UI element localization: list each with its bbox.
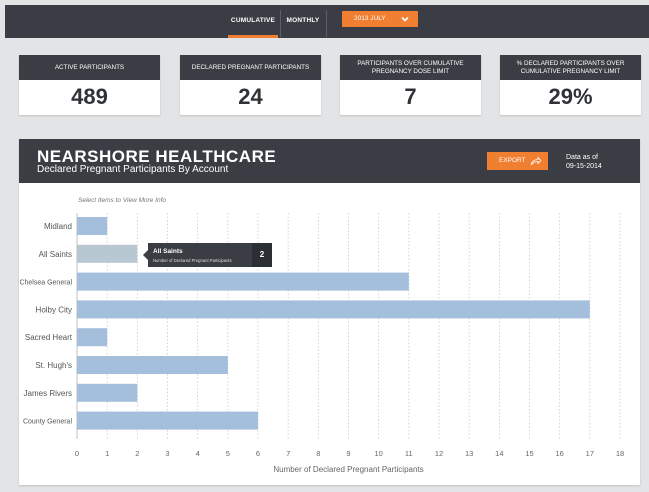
bar-st-hugh-s[interactable] — [77, 356, 228, 374]
bar-chelsea-general[interactable] — [77, 272, 409, 291]
chart-panel: NEARSHORE HEALTHCARE Declared Pregnant P… — [19, 139, 640, 485]
x-tick-label: 15 — [525, 449, 533, 458]
x-tick-label: 7 — [286, 449, 290, 458]
x-tick-label: 9 — [346, 449, 350, 458]
x-tick-label: 2 — [135, 449, 139, 458]
bar-midland[interactable] — [77, 217, 108, 235]
stat-label: % DECLARED PARTICIPANTS OVER CUMULATIVE … — [500, 55, 641, 80]
bar-holby-city[interactable] — [77, 300, 590, 319]
stat-card-declared-pregnant: DECLARED PREGNANT PARTICIPANTS 24 — [180, 55, 321, 115]
stat-card-active-participants: ACTIVE PARTICIPANTS 489 — [19, 55, 160, 115]
bar-sacred-heart[interactable] — [77, 328, 108, 347]
x-tick-label: 12 — [435, 449, 443, 458]
stat-value: 489 — [71, 84, 108, 109]
tooltip-label: Number of Declared Pregnant Participants — [153, 258, 232, 263]
x-tick-label: 0 — [75, 449, 79, 458]
category-label: James Rivers — [24, 389, 72, 398]
x-tick-label: 3 — [165, 449, 169, 458]
tab-cumulative[interactable]: CUMULATIVE — [228, 5, 278, 38]
bar-james-rivers[interactable] — [77, 383, 138, 402]
x-tick-label: 1 — [105, 449, 109, 458]
category-label: Midland — [44, 222, 72, 231]
x-tick-label: 18 — [616, 449, 624, 458]
stat-label: ACTIVE PARTICIPANTS — [19, 55, 160, 80]
category-label: All Saints — [39, 250, 72, 259]
x-tick-label: 6 — [256, 449, 260, 458]
x-tick-label: 14 — [495, 449, 503, 458]
tab-divider — [326, 10, 327, 37]
category-label: Chelsea General — [19, 280, 72, 287]
x-tick-label: 11 — [405, 449, 413, 458]
x-tick-label: 13 — [465, 449, 473, 458]
category-label: County General — [23, 419, 72, 426]
bar-all-saints[interactable] — [77, 244, 138, 263]
x-tick-label: 10 — [374, 449, 382, 458]
chevron-down-icon — [401, 16, 409, 22]
x-axis-title: Number of Declared Pregnant Participants — [273, 465, 423, 474]
top-nav-bar: CUMULATIVE MONTHLY 2013 JULY — [5, 5, 649, 38]
x-tick-label: 4 — [196, 449, 200, 458]
period-select[interactable]: 2013 JULY — [342, 11, 418, 27]
bar-chart: 0 1 2 3 4 5 6 7 8 9 10 11 12 13 14 15 16 17 18MidlandAll S… — [19, 213, 624, 474]
x-tick-label: 17 — [586, 449, 594, 458]
category-label: Sacred Heart — [25, 333, 73, 342]
stat-label: PARTICIPANTS OVER CUMULATIVE PREGNANCY D… — [340, 55, 481, 80]
tooltip-value: 2 — [252, 243, 272, 267]
x-tick-label: 8 — [316, 449, 320, 458]
stat-value: 7 — [404, 84, 417, 109]
stat-value: 24 — [238, 84, 263, 109]
period-select-value: 2013 JULY — [354, 15, 386, 22]
tab-monthly[interactable]: MONTHLY — [280, 5, 326, 38]
bar-tooltip: All Saints Number of Declared Pregnant P… — [143, 243, 272, 267]
stat-card-percent-over-limit: % DECLARED PARTICIPANTS OVER CUMULATIVE … — [500, 55, 641, 115]
x-tick-label: 5 — [226, 449, 230, 458]
stat-card-over-dose-limit: PARTICIPANTS OVER CUMULATIVE PREGNANCY D… — [340, 55, 481, 115]
category-label: Holby City — [36, 305, 72, 314]
bar-county-general[interactable] — [77, 411, 258, 430]
category-label: St. Hugh's — [35, 361, 72, 370]
x-tick-label: 16 — [555, 449, 563, 458]
tooltip-name: All Saints — [153, 248, 183, 255]
stat-value: 29% — [548, 84, 593, 109]
stat-label: DECLARED PREGNANT PARTICIPANTS — [180, 55, 321, 80]
